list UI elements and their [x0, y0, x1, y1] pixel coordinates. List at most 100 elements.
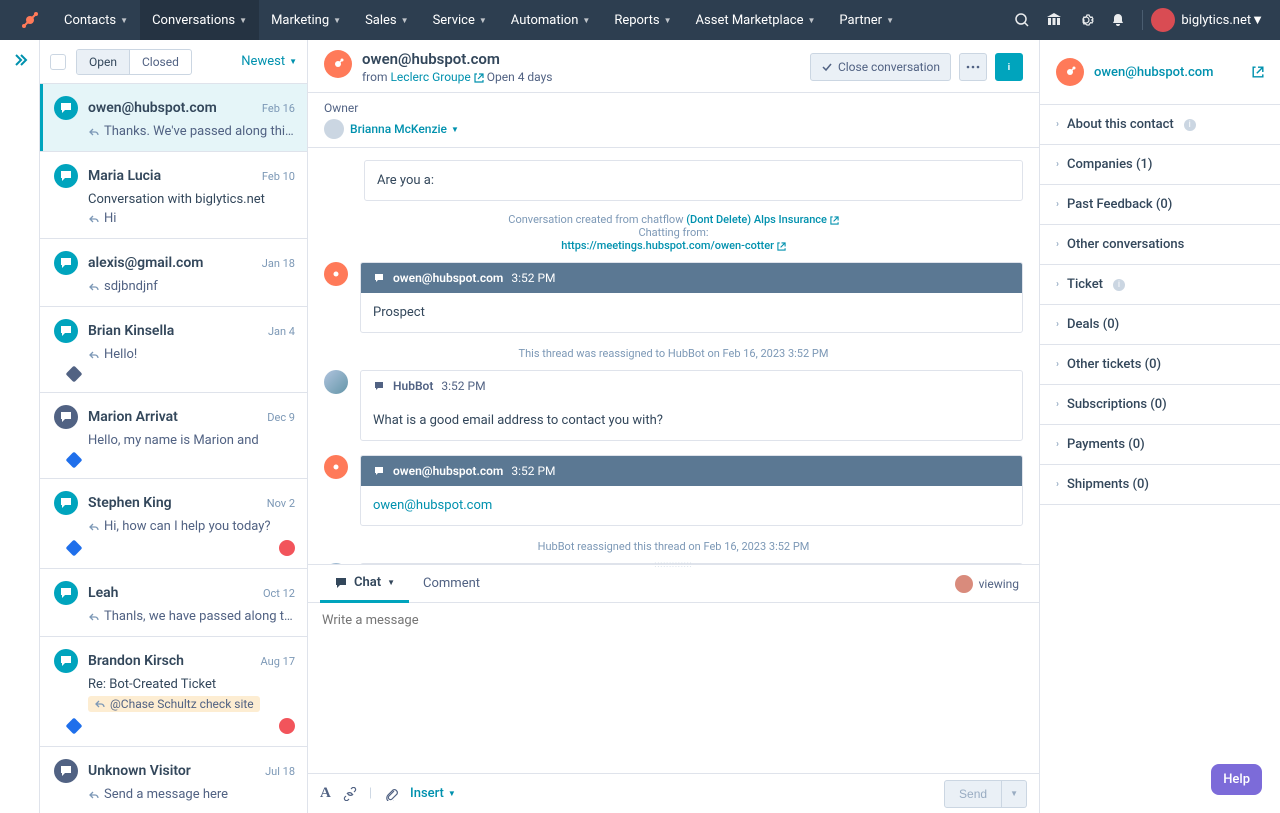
conversation-preview: sdjbndjnf — [88, 279, 295, 294]
details-section[interactable]: › Past Feedback (0) — [1040, 185, 1280, 225]
details-section[interactable]: › About this contact i — [1040, 105, 1280, 145]
resize-handle[interactable]: ::::::::::::: — [654, 560, 692, 569]
section-label: Deals (0) — [1067, 317, 1119, 332]
details-section[interactable]: › Ticket i — [1040, 265, 1280, 305]
send-button[interactable]: Send — [944, 780, 1002, 808]
search-icon[interactable] — [1006, 4, 1038, 36]
message-time: 3:52 PM — [441, 379, 485, 393]
conversation-item[interactable]: Brian Kinsella Jan 4 Hello! — [40, 307, 307, 393]
chevron-right-icon: › — [1056, 359, 1059, 370]
owner-avatar — [324, 119, 344, 139]
alert-badge — [279, 718, 295, 734]
font-tool-icon[interactable]: A — [320, 785, 331, 802]
conversation-name: alexis@gmail.com — [88, 255, 262, 271]
owner-picker[interactable]: Brianna McKenzie ▼ — [324, 119, 1023, 139]
chat-icon — [54, 405, 78, 429]
conversation-preview: Hi — [88, 211, 295, 226]
nav-conversations[interactable]: Conversations▼ — [140, 0, 259, 40]
details-section[interactable]: › Companies (1) — [1040, 145, 1280, 185]
sender-avatar — [324, 262, 348, 286]
marketplace-icon[interactable] — [1038, 4, 1070, 36]
email-link[interactable]: owen@hubspot.com — [373, 498, 492, 513]
hubspot-logo[interactable] — [18, 8, 42, 32]
expand-sidebar-icon[interactable] — [12, 52, 28, 813]
message-text: What is a good email address to contact … — [361, 401, 1022, 440]
conversation-item[interactable]: Maria Lucia Feb 10 Conversation with big… — [40, 152, 307, 239]
nav-contacts[interactable]: Contacts▼ — [52, 0, 140, 40]
sender-avatar — [324, 455, 348, 479]
chat-icon — [54, 319, 78, 343]
message-sender: HubBot — [393, 379, 433, 393]
conversation-item[interactable]: Unknown Visitor Jul 18 Send a message he… — [40, 747, 307, 813]
conversation-item[interactable]: Brandon Kirsch Aug 17 Re: Bot-Created Ti… — [40, 637, 307, 747]
nav-automation[interactable]: Automation▼ — [499, 0, 603, 40]
chatflow-link[interactable]: (Dont Delete) Alps Insurance — [686, 213, 838, 226]
filter-closed[interactable]: Closed — [129, 50, 191, 74]
conversation-subject: Re: Bot-Created Ticket — [88, 677, 295, 692]
conversation-item[interactable]: Stephen King Nov 2 Hi, how can I help yo… — [40, 479, 307, 569]
conversation-item[interactable]: alexis@gmail.com Jan 18 sdjbndjnf — [40, 239, 307, 307]
tab-chat[interactable]: Chat ▼ — [320, 565, 409, 603]
conversation-name: Unknown Visitor — [88, 763, 265, 779]
details-section[interactable]: › Other conversations — [1040, 225, 1280, 265]
conversation-preview: Send a message here — [88, 787, 295, 802]
section-label: Past Feedback (0) — [1067, 197, 1172, 212]
sort-dropdown[interactable]: Newest▼ — [241, 54, 297, 69]
settings-icon[interactable] — [1070, 4, 1102, 36]
conversation-preview: @Chase Schultz check site — [88, 696, 295, 712]
section-label: Ticket — [1067, 277, 1103, 292]
section-label: Shipments (0) — [1067, 477, 1149, 492]
nav-marketing[interactable]: Marketing▼ — [259, 0, 353, 40]
conversation-date: Jul 18 — [265, 765, 295, 778]
filter-open[interactable]: Open — [77, 50, 129, 74]
ticket-icon — [66, 366, 83, 383]
message-text: Are you a: — [365, 161, 1022, 200]
company-link[interactable]: Leclerc Groupe — [390, 70, 483, 84]
help-button[interactable]: Help — [1211, 764, 1262, 795]
details-section[interactable]: › Deals (0) — [1040, 305, 1280, 345]
conversation-name: Brian Kinsella — [88, 323, 268, 339]
nav-reports[interactable]: Reports▼ — [602, 0, 683, 40]
conversation-item[interactable]: owen@hubspot.com Feb 16 Thanks. We've pa… — [40, 84, 307, 152]
chatting-from-link[interactable]: https://meetings.hubspot.com/owen-cotter — [561, 239, 785, 252]
conversation-preview: Thanls, we have passed along this inform… — [88, 609, 295, 624]
svg-text:i: i — [1008, 63, 1010, 73]
info-icon: i — [1113, 279, 1125, 291]
insert-dropdown[interactable]: Insert▼ — [410, 786, 456, 801]
conversation-item[interactable]: Leah Oct 12 Thanls, we have passed along… — [40, 569, 307, 637]
chevron-right-icon: › — [1056, 279, 1059, 290]
conversation-name: Brandon Kirsch — [88, 653, 261, 669]
message-text: Prospect — [361, 293, 1022, 332]
nav-service[interactable]: Service▼ — [421, 0, 499, 40]
more-actions-button[interactable] — [959, 53, 987, 81]
chat-icon — [54, 164, 78, 188]
contact-name-link[interactable]: owen@hubspot.com — [1094, 65, 1252, 80]
owner-label: Owner — [324, 101, 1023, 115]
select-all-checkbox[interactable] — [50, 54, 66, 70]
chevron-right-icon: › — [1056, 119, 1059, 130]
popout-icon[interactable] — [1252, 66, 1264, 78]
conversation-name: Marion Arrivat — [88, 409, 267, 425]
notifications-icon[interactable] — [1102, 4, 1134, 36]
details-section[interactable]: › Subscriptions (0) — [1040, 385, 1280, 425]
close-conversation-button[interactable]: Close conversation — [810, 53, 951, 81]
details-section[interactable]: › Payments (0) — [1040, 425, 1280, 465]
nav-partner[interactable]: Partner▼ — [827, 0, 906, 40]
attachment-icon[interactable] — [384, 787, 398, 801]
details-section[interactable]: › Shipments (0) — [1040, 465, 1280, 505]
send-options-button[interactable]: ▼ — [1002, 780, 1027, 808]
nav-asset-marketplace[interactable]: Asset Marketplace▼ — [684, 0, 828, 40]
nav-sales[interactable]: Sales▼ — [353, 0, 420, 40]
tab-comment[interactable]: Comment — [409, 566, 494, 601]
chevron-right-icon: › — [1056, 479, 1059, 490]
link-tool-icon[interactable] — [343, 787, 357, 801]
account-switcher[interactable]: biglytics.net ▼ — [1151, 8, 1272, 32]
info-button[interactable]: i — [995, 53, 1023, 81]
details-section[interactable]: › Other tickets (0) — [1040, 345, 1280, 385]
message-input[interactable] — [322, 613, 1025, 763]
thread-subtitle: from Leclerc Groupe Open 4 days — [362, 70, 553, 84]
ticket-icon — [66, 718, 83, 735]
info-icon: i — [1184, 119, 1196, 131]
conversation-name: Maria Lucia — [88, 168, 262, 184]
conversation-item[interactable]: Marion Arrivat Dec 9 Hello, my name is M… — [40, 393, 307, 479]
